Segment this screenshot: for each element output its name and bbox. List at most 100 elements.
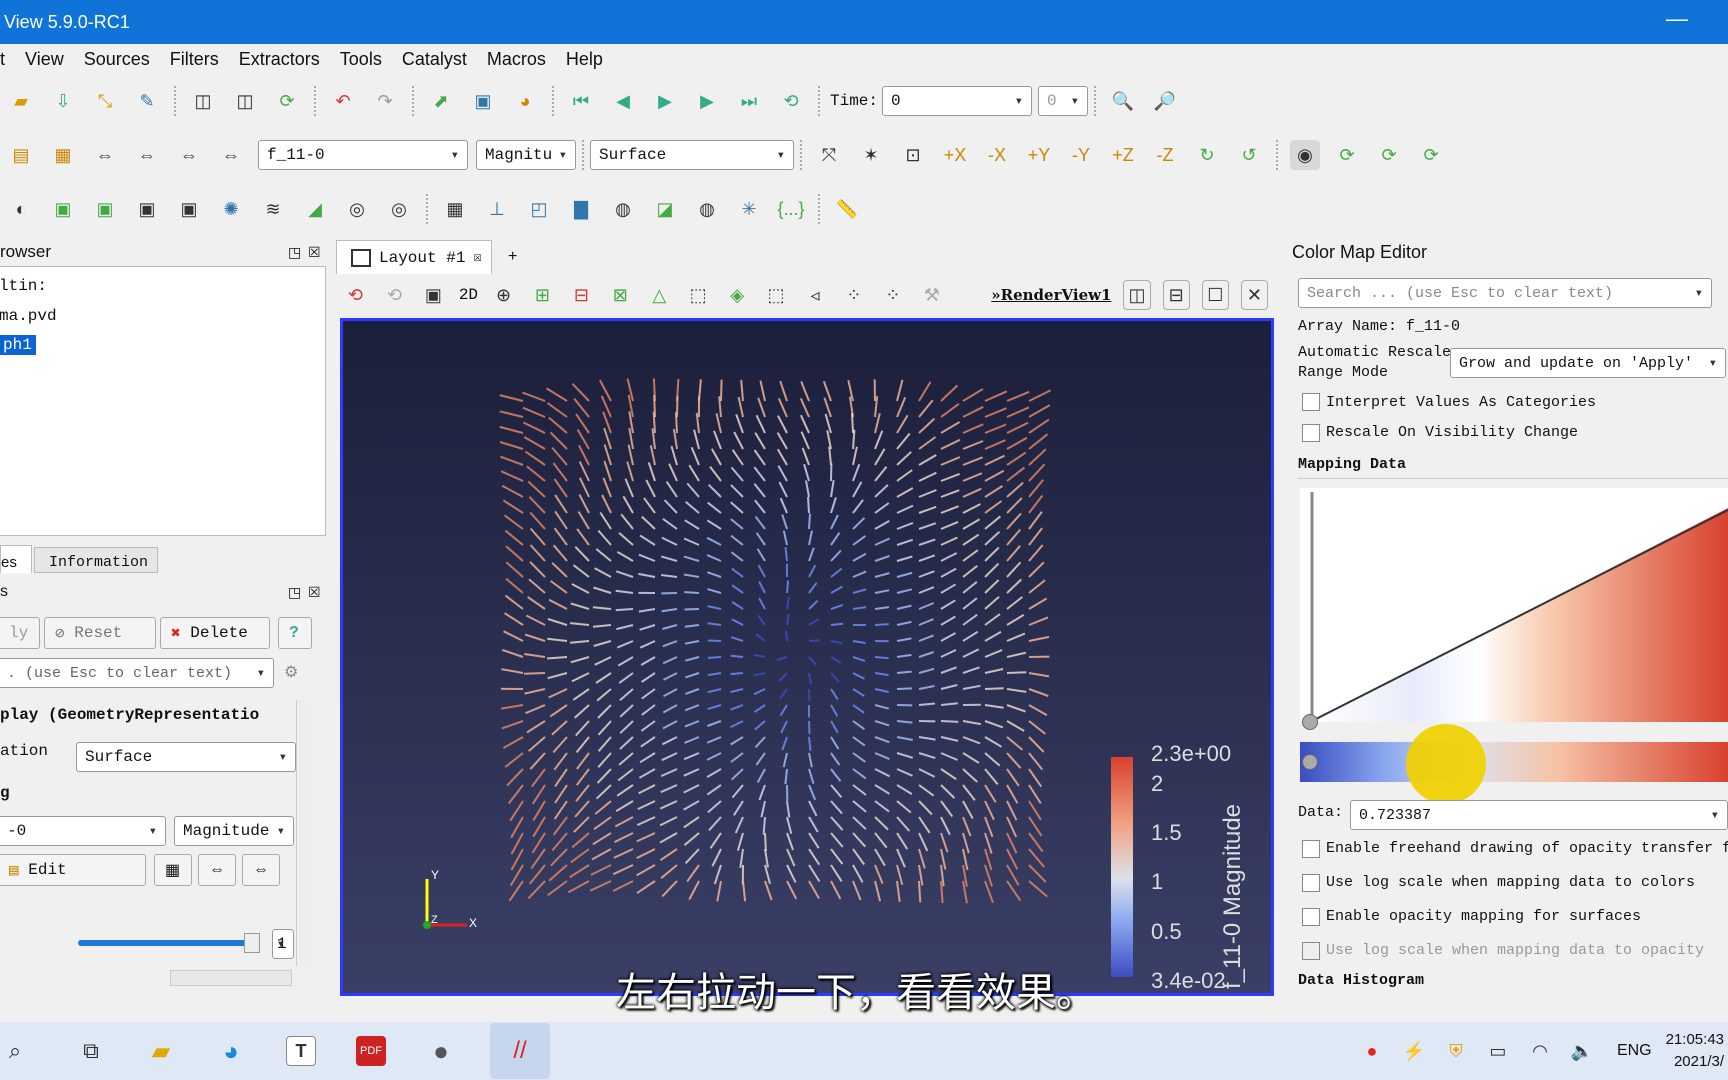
gear-icon[interactable]: ⚙ xyxy=(284,662,298,682)
properties-scrollbar[interactable] xyxy=(296,700,310,966)
probe-icon[interactable]: ⊥ xyxy=(482,194,512,224)
save-state-icon[interactable]: ◫ xyxy=(188,86,218,116)
shrink-icon[interactable]: ⁘ xyxy=(879,280,906,310)
menu-help[interactable]: Help xyxy=(566,49,603,70)
split-vertical-icon[interactable]: ⊟ xyxy=(1162,280,1190,310)
apply-button[interactable]: ly xyxy=(0,617,40,649)
menu-view[interactable]: View xyxy=(25,49,64,70)
rescale-mode-combo[interactable]: Grow and update on 'Apply' xyxy=(1450,348,1726,378)
opacity-function-editor[interactable] xyxy=(1300,488,1728,722)
menu-catalyst[interactable]: Catalyst xyxy=(402,49,467,70)
opacity-slider[interactable] xyxy=(78,940,258,946)
reset-session-icon[interactable]: ⟳ xyxy=(272,86,302,116)
tab-information[interactable]: Information xyxy=(34,547,158,573)
view-plus-z-icon[interactable]: +Z xyxy=(1108,140,1138,170)
data-value-input[interactable]: 0.723387 xyxy=(1350,800,1728,830)
split-horizontal-icon[interactable]: ◫ xyxy=(1123,280,1151,310)
extract-icon[interactable]: ◎ xyxy=(384,194,414,224)
edge-icon[interactable]: ◕ xyxy=(216,1036,246,1066)
help-button[interactable]: ? xyxy=(278,617,312,649)
palette-icon[interactable]: ◕ xyxy=(510,86,540,116)
rotate-plus-90-icon[interactable]: ↻ xyxy=(1192,140,1222,170)
properties-search-input[interactable]: . (use Esc to clear text) xyxy=(0,658,274,688)
search-icon[interactable]: ⌕ xyxy=(0,1036,30,1066)
histogram-icon[interactable]: ▇ xyxy=(566,194,596,224)
select-blocks-icon[interactable]: ◈ xyxy=(724,280,751,310)
python-icon[interactable]: {...} xyxy=(776,194,806,224)
reset-button[interactable]: ⊘ Reset xyxy=(44,617,156,649)
glyph-icon[interactable]: ✺ xyxy=(216,194,246,224)
typora-icon[interactable]: T xyxy=(286,1036,316,1066)
menu-macros[interactable]: Macros xyxy=(487,49,546,70)
tab-layout[interactable]: Layout #1 ☒ xyxy=(336,240,492,274)
language-indicator[interactable]: ENG xyxy=(1617,1042,1652,1060)
reset-closest-icon[interactable]: ✶ xyxy=(856,140,886,170)
menu-tools[interactable]: Tools xyxy=(340,49,382,70)
stream-icon[interactable]: ≋ xyxy=(258,194,288,224)
rescale-custom-button[interactable]: ⇔ xyxy=(242,854,280,886)
close-tab-icon[interactable]: ☒ xyxy=(473,249,481,266)
edit-colormap-button[interactable]: ▤ Edit xyxy=(0,854,146,886)
zoom-data-icon[interactable]: 🔎 xyxy=(1150,86,1180,116)
properties-hscrollbar[interactable] xyxy=(170,970,292,986)
reset-camera-icon[interactable]: ⤧ xyxy=(814,140,844,170)
hover-icon[interactable]: ◃ xyxy=(802,280,829,310)
python-calculator-icon[interactable]: ◍ xyxy=(608,194,638,224)
menu-extractors[interactable]: Extractors xyxy=(239,49,320,70)
toggle-2d-button[interactable]: 2D xyxy=(459,286,478,304)
contour-icon[interactable]: ▣ xyxy=(90,194,120,224)
load-state-icon[interactable]: ◫ xyxy=(230,86,260,116)
pipeline-item-builtin[interactable]: ltin: xyxy=(0,277,47,295)
reset-camera-view-icon[interactable]: ⟲ xyxy=(342,280,369,310)
color-point-handle[interactable] xyxy=(1302,754,1318,770)
close-view-icon[interactable]: ✕ xyxy=(1240,280,1269,310)
maximize-icon[interactable]: ☐ xyxy=(1201,280,1229,310)
opacity-surfaces-checkbox[interactable] xyxy=(1302,908,1320,926)
edit-colormap-icon[interactable]: ▦ xyxy=(48,140,78,170)
close-icon[interactable]: ☒ xyxy=(308,584,321,601)
record-icon[interactable]: ● xyxy=(1357,1036,1387,1066)
representation-field[interactable]: Surface xyxy=(76,742,296,772)
lock-color-icon[interactable]: ▤ xyxy=(6,140,36,170)
ruler-icon[interactable]: 📏 xyxy=(832,194,862,224)
reset-center-icon[interactable]: ⟳ xyxy=(1332,140,1362,170)
connect-icon[interactable]: ⤡ xyxy=(90,86,120,116)
minimize-button[interactable]: — xyxy=(1666,6,1688,32)
gradient-icon[interactable]: ✳ xyxy=(734,194,764,224)
view-plus-y-icon[interactable]: +Y xyxy=(1024,140,1054,170)
interactive-select-icon[interactable]: ⬚ xyxy=(763,280,790,310)
pick-center-icon[interactable]: ⟳ xyxy=(1374,140,1404,170)
camera-link-icon[interactable]: ⬈ xyxy=(426,86,456,116)
zoom-box-icon[interactable]: ⊕ xyxy=(490,280,517,310)
opacity-point-handle[interactable] xyxy=(1302,714,1318,730)
representation-combo[interactable]: Surface xyxy=(590,140,794,170)
menu-sources[interactable]: Sources xyxy=(84,49,150,70)
close-icon[interactable]: ☒ xyxy=(308,244,321,261)
view-minus-y-icon[interactable]: -Y xyxy=(1066,140,1096,170)
task-view-icon[interactable]: ⧉ xyxy=(76,1036,106,1066)
rotation-center-icon[interactable]: ⟳ xyxy=(1416,140,1446,170)
visibility-checkbox[interactable] xyxy=(1302,424,1320,442)
undo-icon[interactable]: ↶ xyxy=(328,86,358,116)
select-polygon-icon[interactable]: ⬚ xyxy=(685,280,712,310)
float-icon[interactable]: ◳ xyxy=(288,584,301,601)
opacity-slider-handle[interactable] xyxy=(244,933,260,953)
categories-checkbox[interactable] xyxy=(1302,393,1320,411)
volume-icon[interactable]: 🔈 xyxy=(1567,1036,1597,1066)
screenshot-icon[interactable]: ▣ xyxy=(468,86,498,116)
warp-icon[interactable]: ◢ xyxy=(300,194,330,224)
threshold-icon[interactable]: ▣ xyxy=(174,194,204,224)
select-points-icon[interactable]: ⊠ xyxy=(607,280,634,310)
menu-edit[interactable]: t xyxy=(0,49,5,70)
color-transfer-bar[interactable] xyxy=(1300,742,1728,782)
select-cells-icon[interactable]: ⊞ xyxy=(529,280,556,310)
pipeline-item-glyph[interactable]: ph1 xyxy=(0,335,36,355)
group-icon[interactable]: ◎ xyxy=(342,194,372,224)
plot-over-line-icon[interactable]: ◰ xyxy=(524,194,554,224)
loop-icon[interactable]: ⟲ xyxy=(776,86,806,116)
clock[interactable]: 21:05:43 2021/3/ xyxy=(1666,1029,1724,1073)
annotate-icon[interactable]: ◪ xyxy=(650,194,680,224)
tab-properties[interactable]: es xyxy=(0,545,32,573)
component-combo[interactable]: Magnitu xyxy=(476,140,576,170)
battery-icon[interactable]: ▭ xyxy=(1483,1036,1513,1066)
